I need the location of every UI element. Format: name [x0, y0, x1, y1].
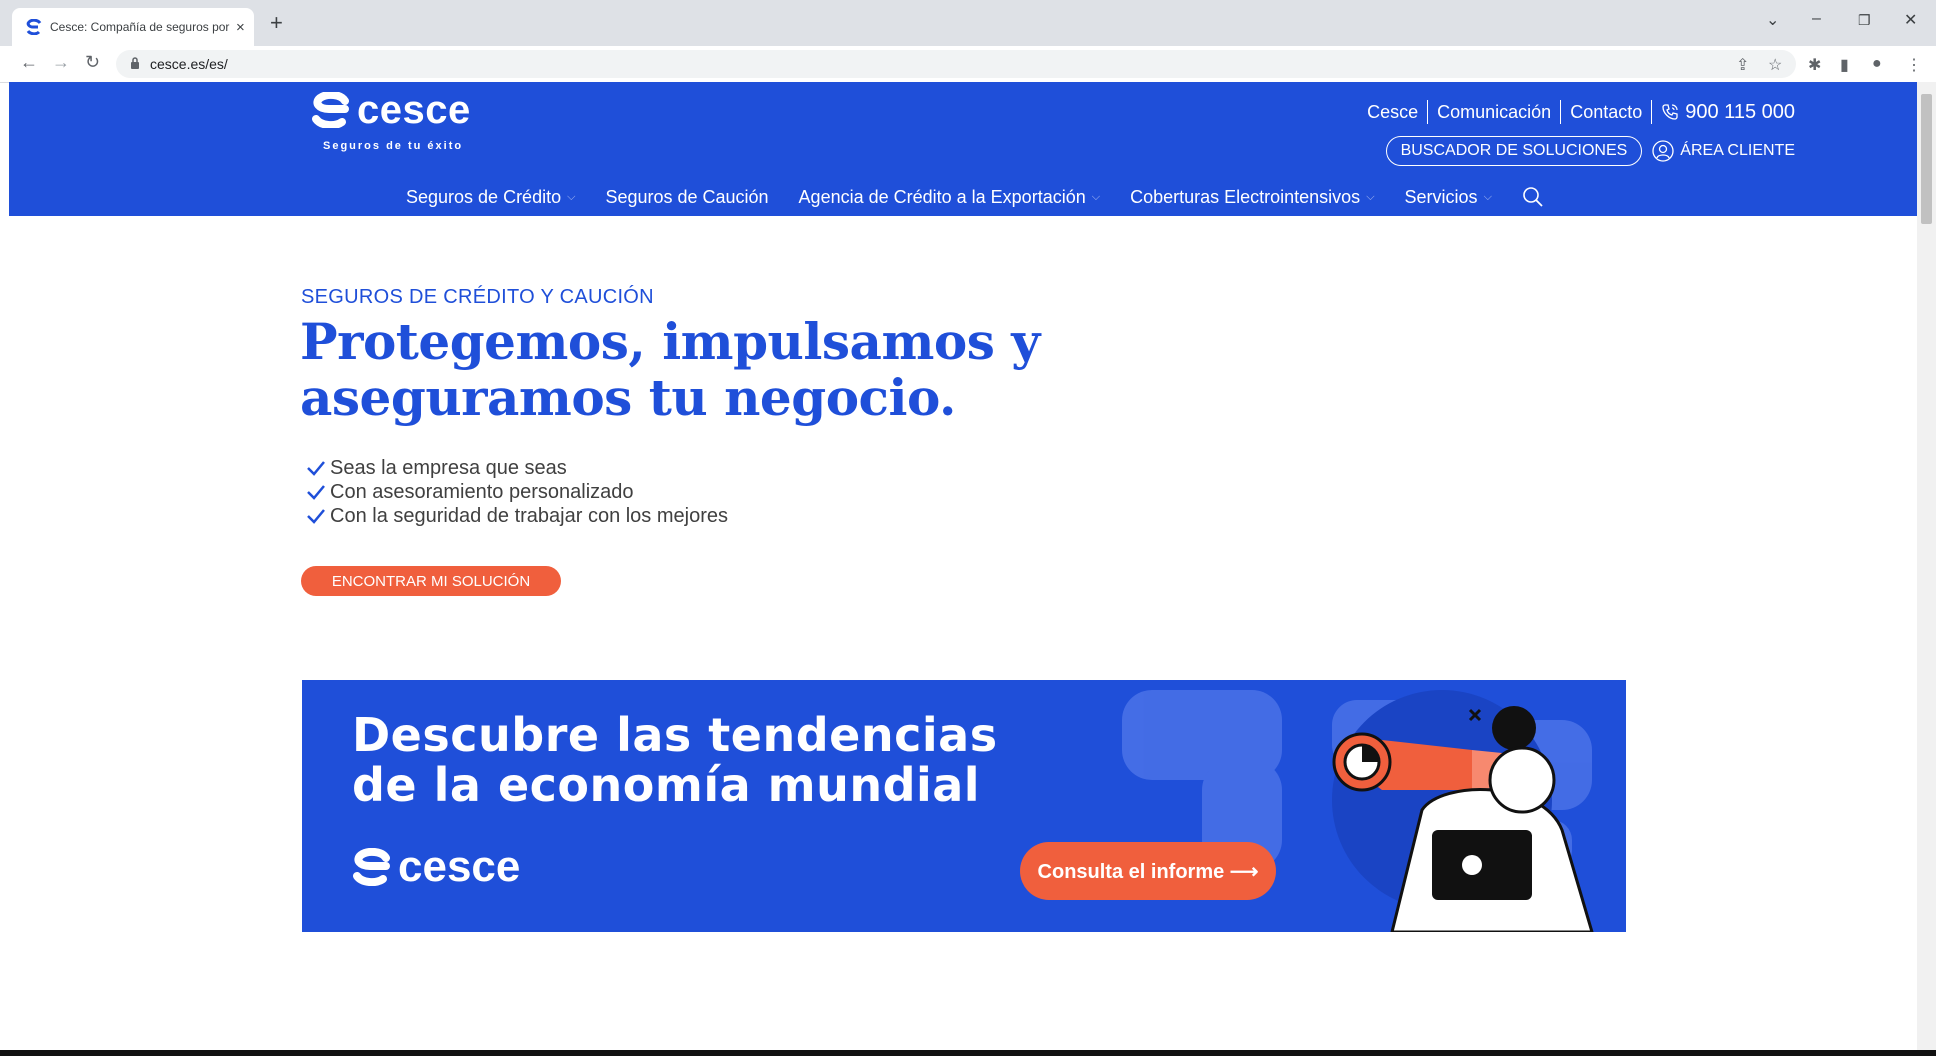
search-icon[interactable] [1522, 186, 1544, 208]
reload-button[interactable]: ↻ [85, 52, 100, 73]
tab-search-icon[interactable]: ⌄ [1766, 10, 1779, 30]
nav-item-label: Seguros de Crédito [406, 186, 562, 207]
new-tab-button[interactable]: + [270, 10, 283, 36]
close-window-button[interactable]: ✕ [1904, 10, 1917, 30]
chevron-down-icon: ⌵ [1366, 190, 1375, 203]
checkmark-icon [307, 509, 325, 524]
browser-toolbar: ← → ↻ cesce.es/es/ ⇪ ☆ ✱ ▮ ● ⋮ [0, 46, 1936, 83]
headline-line-2: aseguramos tu negocio. [300, 368, 956, 427]
checkmark-icon [307, 485, 325, 500]
divider [1651, 100, 1653, 124]
profile-icon[interactable]: ● [1872, 55, 1882, 73]
browser-menu-icon[interactable]: ⋮ [1906, 55, 1922, 75]
link-contacto[interactable]: Contacto [1570, 102, 1642, 123]
nav-seguros-credito[interactable]: Seguros de Crédito ⌵ [406, 187, 575, 208]
hero-headline: Protegemos, impulsamos y aseguramos tu n… [300, 314, 1200, 426]
taskbar-edge [0, 1050, 1936, 1056]
share-icon[interactable]: ⇪ [1736, 55, 1749, 75]
extensions-icon[interactable]: ✱ [1808, 55, 1821, 75]
hero-kicker: SEGUROS DE CRÉDITO Y CAUCIÓN [301, 286, 654, 308]
back-button[interactable]: ← [20, 52, 38, 73]
main-navigation: Seguros de Crédito ⌵ Seguros de Caución … [406, 186, 1544, 208]
utility-row: BUSCADOR DE SOLUCIONES ÁREA CLIENTE [1385, 136, 1795, 166]
solutions-finder-button[interactable]: BUSCADOR DE SOLUCIONES [1385, 136, 1643, 166]
nav-item-label: Agencia de Crédito a la Exportación [798, 186, 1086, 207]
restore-button[interactable]: ❐ [1858, 12, 1871, 29]
banner-title-line-2: de la economía mundial [352, 758, 981, 812]
benefit-text: Con asesoramiento personalizado [330, 480, 634, 503]
tab-title: Cesce: Compañía de seguros por [50, 20, 230, 34]
scrollbar-thumb[interactable] [1921, 94, 1932, 224]
nav-agencia-credito-exportacion[interactable]: Agencia de Crédito a la Exportación ⌵ [799, 187, 1101, 208]
phone-icon [1662, 104, 1678, 120]
benefits-list: Seas la empresa que seas Con asesoramien… [306, 456, 728, 528]
chevron-down-icon: ⌵ [1091, 190, 1101, 203]
user-icon [1652, 140, 1674, 162]
list-item: Seas la empresa que seas [306, 456, 728, 480]
nav-item-label: Seguros de Caución [605, 186, 769, 207]
address-bar[interactable]: cesce.es/es/ [116, 50, 1796, 78]
cesce-logo-mark-icon [312, 92, 349, 128]
url-text: cesce.es/es/ [150, 56, 228, 72]
nav-servicios[interactable]: Servicios ⌵ [1405, 187, 1492, 208]
forward-button[interactable]: → [52, 52, 70, 73]
top-links: Cesce Comunicación Contacto 900 115 000 [1367, 100, 1795, 124]
divider [1427, 100, 1429, 124]
site-header: cesce Seguros de tu éxito Cesce Comunica… [9, 82, 1917, 216]
chevron-down-icon: ⌵ [567, 190, 576, 203]
link-comunicacion[interactable]: Comunicación [1437, 102, 1551, 123]
consult-report-button[interactable]: Consulta el informe ⟶ [1020, 842, 1276, 900]
logo-wordmark: cesce [357, 88, 471, 132]
cesce-logo-mark-icon [353, 848, 390, 886]
tab-close-icon[interactable]: × [236, 19, 245, 36]
promo-banner[interactable]: Descubre las tendencias de la economía m… [302, 680, 1626, 932]
bookmark-star-icon[interactable]: ☆ [1768, 55, 1782, 75]
benefit-text: Seas la empresa que seas [330, 456, 567, 479]
chevron-down-icon: ⌵ [1483, 190, 1492, 203]
browser-tab[interactable]: Cesce: Compañía de seguros por × [12, 8, 254, 46]
client-area-link[interactable]: ÁREA CLIENTE [1680, 142, 1795, 160]
link-cesce[interactable]: Cesce [1367, 102, 1418, 123]
logo-tagline: Seguros de tu éxito [323, 140, 464, 152]
nav-seguros-caucion[interactable]: Seguros de Caución [605, 187, 768, 208]
checkmark-icon [307, 461, 325, 476]
list-item: Con la seguridad de trabajar con los mej… [306, 504, 728, 528]
phone-number[interactable]: 900 115 000 [1685, 101, 1795, 124]
cesce-favicon-icon [26, 19, 42, 35]
find-solution-button[interactable]: ENCONTRAR MI SOLUCIÓN [301, 566, 561, 596]
banner-logo-wordmark: cesce [398, 842, 521, 891]
headline-line-1: Protegemos, impulsamos y [300, 312, 1040, 371]
divider [1560, 100, 1562, 124]
browser-tab-strip: Cesce: Compañía de seguros por × + ⌄ – ❐… [0, 0, 1936, 46]
minimize-button[interactable]: – [1812, 10, 1821, 28]
banner-title: Descubre las tendencias de la economía m… [352, 710, 998, 810]
banner-title-line-1: Descubre las tendencias [352, 708, 998, 762]
benefit-text: Con la seguridad de trabajar con los mej… [330, 504, 728, 527]
nav-coberturas-electrointensivos[interactable]: Coberturas Electrointensivos ⌵ [1130, 187, 1374, 208]
page-scrollbar[interactable] [1917, 82, 1936, 1050]
list-item: Con asesoramiento personalizado [306, 480, 728, 504]
side-panel-icon[interactable]: ▮ [1840, 55, 1849, 75]
nav-item-label: Coberturas Electrointensivos [1130, 186, 1361, 207]
nav-item-label: Servicios [1404, 186, 1478, 207]
lock-icon [130, 56, 140, 72]
